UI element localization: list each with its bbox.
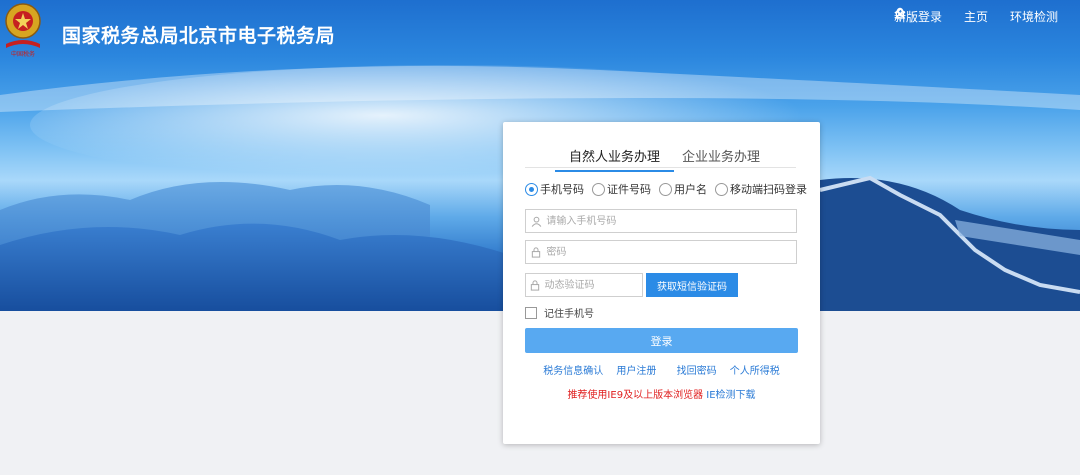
site-title: 国家税务总局北京市电子税务局 [62, 25, 336, 47]
get-sms-code-button[interactable]: 获取短信验证码 [646, 273, 738, 297]
radio-username-label: 用户名 [674, 183, 707, 196]
radio-id-number-circle[interactable] [592, 182, 605, 196]
lock-icon [526, 246, 546, 258]
link-user-register[interactable]: 用户注册 [616, 366, 656, 377]
radio-phone[interactable]: 手机号码 [525, 181, 584, 197]
svg-text:中国税务: 中国税务 [11, 50, 35, 58]
login-card: 自然人业务办理 企业业务办理 手机号码 证件号码 用户名 移动端扫码登录 请输入… [503, 122, 820, 444]
login-method-group: 手机号码 证件号码 用户名 移动端扫码登录 [525, 181, 815, 197]
link-tax-info-confirm[interactable]: 税务信息确认 [543, 366, 603, 377]
radio-username[interactable]: 用户名 [659, 181, 707, 197]
link-individual-income-tax[interactable]: 个人所得税 [730, 366, 780, 377]
ie-check-download-link[interactable]: IE检测下载 [706, 390, 755, 401]
helper-links: 税务信息确认 用户注册 找回密码 个人所得税 [503, 362, 820, 377]
remember-phone[interactable]: 记住手机号 [525, 305, 594, 320]
remember-phone-checkbox[interactable] [525, 306, 537, 319]
password-field [525, 240, 797, 264]
tab-enterprise[interactable]: 企业业务办理 [682, 146, 760, 165]
nav-home[interactable]: 主页 [894, 7, 988, 25]
phone-field [525, 209, 797, 233]
nav-home-label: 主页 [963, 9, 988, 24]
phone-input[interactable] [546, 210, 796, 232]
login-button[interactable]: 登录 [525, 328, 798, 353]
radio-username-circle[interactable] [659, 182, 672, 196]
browser-note: 推荐使用IE9及以上版本浏览器 IE检测下载 [503, 386, 820, 401]
radio-id-number[interactable]: 证件号码 [592, 181, 651, 197]
tab-natural-person[interactable]: 自然人业务办理 [554, 146, 675, 172]
remember-phone-label: 记住手机号 [544, 309, 594, 320]
login-tabs: 自然人业务办理 企业业务办理 [525, 144, 796, 172]
radio-phone-circle[interactable] [525, 182, 538, 196]
link-recover-password[interactable]: 找回密码 [677, 366, 717, 377]
nav-env-check-label: 环境检测 [1009, 9, 1058, 24]
radio-qr-scan-label: 移动端扫码登录 [730, 183, 807, 196]
wrench-icon [895, 8, 905, 19]
radio-phone-label: 手机号码 [540, 183, 584, 196]
sms-code-input[interactable] [544, 274, 642, 296]
sms-code-field [525, 273, 643, 297]
lock-icon [526, 279, 545, 291]
password-input[interactable] [546, 241, 796, 263]
radio-qr-scan[interactable]: 移动端扫码登录 [715, 181, 807, 197]
tax-emblem-icon: 中国税务 [5, 3, 41, 58]
radio-id-number-label: 证件号码 [607, 183, 651, 196]
browser-recommendation: 推荐使用IE9及以上版本浏览器 [567, 390, 704, 401]
radio-qr-scan-circle[interactable] [715, 182, 728, 196]
user-icon [526, 216, 546, 227]
top-nav: 新版登录 主页 环境检测 [894, 7, 1080, 25]
nav-env-check[interactable]: 环境检测 [895, 8, 1058, 25]
